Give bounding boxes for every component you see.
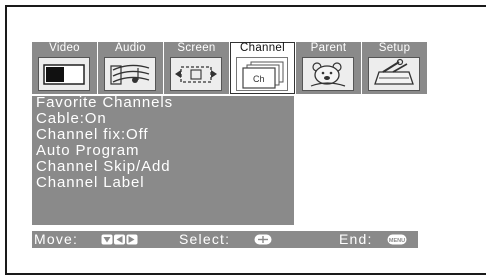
- select-label: Select:: [179, 231, 231, 247]
- tab-setup-label: Setup: [378, 42, 411, 54]
- tab-parent[interactable]: Parent: [296, 42, 361, 94]
- tab-parent-label: Parent: [310, 42, 347, 54]
- select-button-icon: [254, 234, 272, 245]
- tab-screen[interactable]: Screen: [164, 42, 229, 94]
- tab-channel[interactable]: Channel Ch: [230, 42, 295, 94]
- menu-item-cable[interactable]: Cable:On: [36, 111, 107, 127]
- audio-icon: [104, 57, 156, 91]
- menu-item-channel-label[interactable]: Channel Label: [36, 175, 144, 191]
- menu-item-channel-skip-add[interactable]: Channel Skip/Add: [36, 159, 170, 175]
- parent-icon: [302, 57, 354, 91]
- channel-menu-panel: Favorite Channels Cable:On Channel fix:O…: [32, 95, 294, 225]
- menu-button-text: MENU: [389, 238, 405, 244]
- menu-item-channel-fix[interactable]: Channel fix:Off: [36, 127, 148, 143]
- help-status-bar: Move: Select: End: MENU: [32, 231, 418, 248]
- tab-screen-label: Screen: [177, 42, 216, 54]
- channel-icon: Ch: [236, 57, 288, 91]
- tab-channel-label: Channel: [240, 42, 285, 54]
- tab-video-label: Video: [49, 42, 80, 54]
- move-label: Move:: [34, 231, 79, 247]
- end-label: End:: [339, 231, 373, 247]
- channel-icon-text: Ch: [253, 74, 265, 84]
- tab-video[interactable]: Video: [32, 42, 97, 94]
- menu-tab-bar: Video Audio Screen Channel Ch Parent Set…: [32, 42, 428, 94]
- tab-audio-label: Audio: [115, 42, 146, 54]
- tab-setup[interactable]: Setup: [362, 42, 427, 94]
- menu-button-icon: MENU: [387, 234, 407, 245]
- video-icon: [38, 57, 90, 91]
- menu-item-auto-program[interactable]: Auto Program: [36, 143, 139, 159]
- screen-icon: [170, 57, 222, 91]
- menu-item-favorite-channels[interactable]: Favorite Channels: [36, 95, 173, 111]
- tab-audio[interactable]: Audio: [98, 42, 163, 94]
- arrow-keys-icon: [101, 234, 138, 245]
- setup-icon: [368, 57, 420, 91]
